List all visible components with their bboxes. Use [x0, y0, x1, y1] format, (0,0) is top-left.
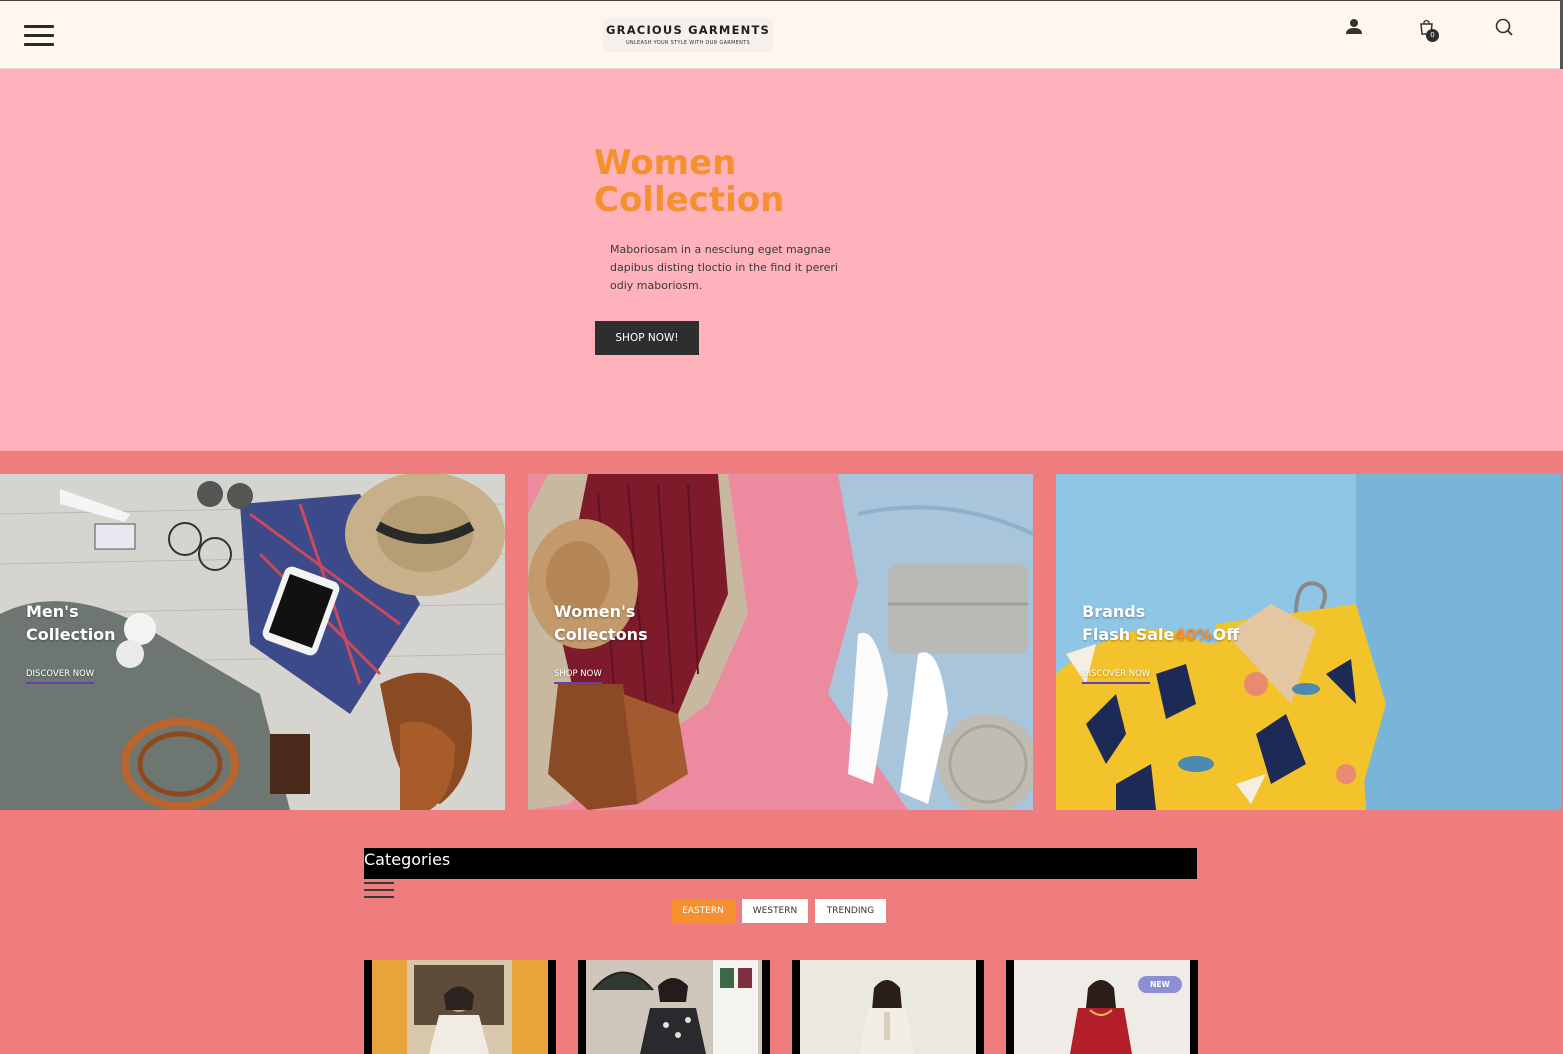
- flash-sale-text: Flash Sale: [1082, 625, 1175, 644]
- user-icon[interactable]: [1344, 17, 1364, 37]
- promo-title-line1: Women's: [554, 602, 636, 621]
- shop-now-button[interactable]: SHOP NOW!: [595, 321, 699, 355]
- product-image: [1006, 960, 1198, 1054]
- product-card[interactable]: [364, 960, 556, 1054]
- promo-card-mens[interactable]: Men's Collection DISCOVER NOW: [0, 474, 505, 810]
- categories-title: Categories: [364, 850, 451, 869]
- product-card[interactable]: [578, 960, 770, 1054]
- product-image: [578, 960, 770, 1054]
- tab-western[interactable]: WESTERN: [742, 899, 808, 923]
- logo-title: GRACIOUS GARMENTS: [606, 23, 770, 37]
- site-header: GRACIOUS GARMENTS UNLEASH YOUR STYLE WIT…: [0, 0, 1563, 69]
- search-icon[interactable]: [1494, 17, 1514, 37]
- logo-tagline: UNLEASH YOUR STYLE WITH OUR GARMENTS: [625, 40, 751, 46]
- product-card[interactable]: [792, 960, 984, 1054]
- site-logo[interactable]: GRACIOUS GARMENTS UNLEASH YOUR STYLE WIT…: [603, 18, 773, 52]
- tab-eastern[interactable]: EASTERN: [671, 899, 735, 923]
- promo-title-line2: Collection: [26, 625, 116, 644]
- promo-card-womens[interactable]: Women's Collectons SHOP NOW: [528, 474, 1033, 810]
- categories-menu-icon: [364, 882, 394, 900]
- off-text: Off: [1212, 625, 1240, 644]
- shop-now-link[interactable]: SHOP NOW: [554, 669, 602, 684]
- cart-count-badge: 0: [1426, 29, 1439, 42]
- hero-title-line2: Collection: [594, 180, 785, 220]
- promo-title-line2: Collectons: [554, 625, 648, 644]
- categories-header: Categories: [364, 848, 1197, 879]
- hero-title-line1: Women: [594, 143, 737, 183]
- hero-title: Women Collection: [594, 145, 894, 219]
- promo-title-line1: Brands: [1082, 602, 1146, 621]
- promo-title-mens: Men's Collection: [26, 600, 116, 646]
- hero-description: Maboriosam in a nesciung eget magnae dap…: [610, 243, 838, 292]
- tab-trending[interactable]: TRENDING: [815, 899, 886, 923]
- discover-now-link[interactable]: DISCOVER NOW: [1082, 669, 1151, 684]
- product-image: [792, 960, 984, 1054]
- discover-now-link[interactable]: DISCOVER NOW: [26, 669, 95, 684]
- hamburger-menu-icon[interactable]: [24, 25, 54, 47]
- promo-title-brands: Brands Flash Sale40%Off: [1082, 600, 1239, 646]
- promo-card-brands[interactable]: Brands Flash Sale40%Off DISCOVER NOW: [1056, 474, 1561, 810]
- promo-title-line1: Men's: [26, 602, 79, 621]
- product-card[interactable]: NEW: [1006, 960, 1198, 1054]
- hero-banner: Women Collection Maboriosam in a nesciun…: [0, 69, 1563, 451]
- promo-title-womens: Women's Collectons: [554, 600, 648, 646]
- discount-percent: 40%: [1174, 625, 1213, 644]
- promo-title-line2: Flash Sale40%Off: [1082, 623, 1239, 646]
- product-image: [364, 960, 556, 1054]
- new-badge: NEW: [1138, 976, 1182, 993]
